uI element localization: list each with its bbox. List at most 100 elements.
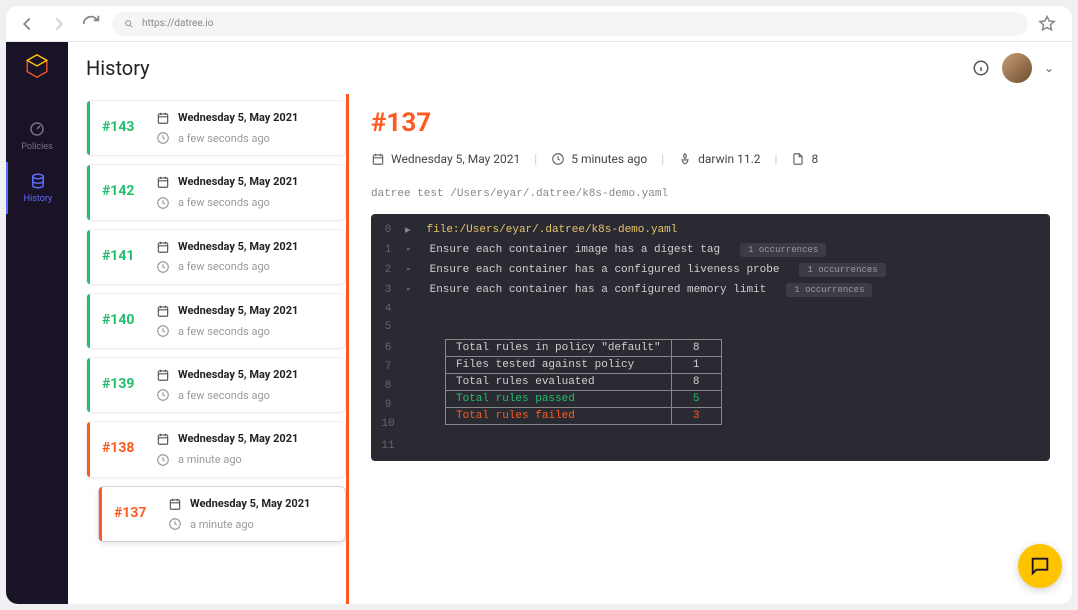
- sidebar-item-policies[interactable]: Policies: [6, 110, 68, 162]
- bookmark-star-icon[interactable]: [1038, 15, 1056, 33]
- platform-icon: [678, 152, 692, 166]
- history-ago: a few seconds ago: [178, 260, 270, 273]
- chat-fab[interactable]: [1018, 544, 1062, 588]
- content: #143 Wednesday 5, May 2021 a few seconds…: [68, 94, 1072, 604]
- summary-row: Total rules evaluated8: [446, 374, 722, 391]
- url-text: https://datree.io: [142, 18, 213, 29]
- clock-icon: [156, 388, 170, 402]
- sidebar-item-history[interactable]: History: [6, 162, 68, 214]
- history-id: #142: [102, 175, 144, 199]
- calendar-icon: [156, 175, 170, 189]
- history-id: #139: [102, 368, 144, 392]
- history-date: Wednesday 5, May 2021: [178, 111, 298, 125]
- terminal-output: 0▸file:/Users/eyar/.datree/k8s-demo.yaml…: [371, 214, 1050, 461]
- command-line: datree test /Users/eyar/.datree/k8s-demo…: [371, 188, 1050, 200]
- caret-icon: ▸: [405, 223, 411, 237]
- detail-platform: darwin 11.2: [698, 152, 760, 166]
- summary-value: 5: [671, 391, 721, 408]
- detail-id: #137: [371, 108, 1050, 138]
- history-ago: a few seconds ago: [178, 389, 270, 402]
- chevron-down-icon[interactable]: ⌄: [1044, 61, 1054, 75]
- history-id: #143: [102, 111, 144, 135]
- history-id: #140: [102, 304, 144, 328]
- forward-button: [48, 13, 70, 35]
- clock-icon: [156, 260, 170, 274]
- history-card[interactable]: #143 Wednesday 5, May 2021 a few seconds…: [86, 100, 346, 156]
- history-ago: a few seconds ago: [178, 196, 270, 209]
- summary-label: Total rules failed: [446, 408, 672, 425]
- clock-icon: [156, 196, 170, 210]
- calendar-icon: [371, 152, 385, 166]
- gauge-icon: [28, 120, 46, 138]
- summary-row: Total rules passed5: [446, 391, 722, 408]
- browser-chrome: https://datree.io: [6, 6, 1072, 42]
- calendar-icon: [156, 111, 170, 125]
- summary-label: Files tested against policy: [446, 357, 672, 374]
- clock-icon: [168, 517, 182, 531]
- reload-button[interactable]: [80, 13, 102, 35]
- summary-value: 8: [671, 374, 721, 391]
- sidebar-item-label: History: [24, 194, 53, 204]
- history-date: Wednesday 5, May 2021: [178, 175, 298, 189]
- main: History ⌄ #143 Wednesday 5, May 2021 a f…: [68, 42, 1072, 604]
- history-card[interactable]: #139 Wednesday 5, May 2021 a few seconds…: [86, 357, 346, 413]
- summary-value: 1: [671, 357, 721, 374]
- history-card[interactable]: #137 Wednesday 5, May 2021 a minute ago: [98, 486, 346, 542]
- url-bar[interactable]: https://datree.io: [112, 12, 1028, 36]
- history-ago: a few seconds ago: [178, 132, 270, 145]
- terminal-rule: Ensure each container has a configured l…: [430, 264, 780, 276]
- terminal-file-line: file:/Users/eyar/.datree/k8s-demo.yaml: [427, 224, 678, 236]
- history-ago: a minute ago: [190, 518, 254, 531]
- avatar[interactable]: [1002, 53, 1032, 83]
- summary-label: Total rules passed: [446, 391, 672, 408]
- history-card[interactable]: #140 Wednesday 5, May 2021 a few seconds…: [86, 293, 346, 349]
- summary-row: Total rules in policy "default"8: [446, 340, 722, 357]
- history-card[interactable]: #142 Wednesday 5, May 2021 a few seconds…: [86, 164, 346, 220]
- history-card[interactable]: #141 Wednesday 5, May 2021 a few seconds…: [86, 229, 346, 285]
- calendar-icon: [156, 432, 170, 446]
- history-card[interactable]: #138 Wednesday 5, May 2021 a minute ago: [86, 421, 346, 477]
- clock-icon: [156, 131, 170, 145]
- clock-icon: [156, 324, 170, 338]
- history-ago: a few seconds ago: [178, 325, 270, 338]
- page-title: History: [86, 56, 150, 80]
- history-id: #137: [114, 497, 156, 521]
- summary-table: Total rules in policy "default"8Files te…: [445, 339, 722, 425]
- calendar-icon: [156, 240, 170, 254]
- occurrence-badge: 1 occurrences: [740, 243, 826, 257]
- file-icon: [791, 152, 805, 166]
- history-ago: a minute ago: [178, 453, 242, 466]
- info-icon[interactable]: [972, 59, 990, 77]
- history-id: #138: [102, 432, 144, 456]
- history-date: Wednesday 5, May 2021: [178, 240, 298, 254]
- history-date: Wednesday 5, May 2021: [178, 368, 298, 382]
- search-icon: [124, 19, 134, 29]
- history-id: #141: [102, 240, 144, 264]
- summary-label: Total rules in policy "default": [446, 340, 672, 357]
- history-date: Wednesday 5, May 2021: [178, 304, 298, 318]
- app-logo-icon: [23, 52, 51, 80]
- detail-count: 8: [811, 152, 818, 166]
- detail-ago: 5 minutes ago: [571, 152, 647, 166]
- back-button[interactable]: [16, 13, 38, 35]
- clock-icon: [156, 453, 170, 467]
- database-icon: [29, 172, 47, 190]
- sidebar: Policies History: [6, 42, 68, 604]
- history-date: Wednesday 5, May 2021: [178, 432, 298, 446]
- summary-label: Total rules evaluated: [446, 374, 672, 391]
- occurrence-badge: 1 occurrences: [799, 263, 885, 277]
- topbar: History ⌄: [68, 42, 1072, 94]
- detail-panel: #137 Wednesday 5, May 2021 | 5 minutes a…: [346, 94, 1072, 604]
- chat-icon: [1029, 555, 1051, 577]
- detail-meta: Wednesday 5, May 2021 | 5 minutes ago | …: [371, 152, 1050, 166]
- summary-value: 3: [671, 408, 721, 425]
- sidebar-item-label: Policies: [21, 142, 52, 152]
- app-shell: Policies History History ⌄ #143: [6, 42, 1072, 604]
- occurrence-badge: 1 occurrences: [786, 283, 872, 297]
- summary-value: 8: [671, 340, 721, 357]
- terminal-rule: Ensure each container has a configured m…: [430, 284, 767, 296]
- history-date: Wednesday 5, May 2021: [190, 497, 310, 511]
- detail-date: Wednesday 5, May 2021: [391, 152, 520, 166]
- summary-row: Files tested against policy1: [446, 357, 722, 374]
- terminal-rule: Ensure each container image has a digest…: [430, 244, 720, 256]
